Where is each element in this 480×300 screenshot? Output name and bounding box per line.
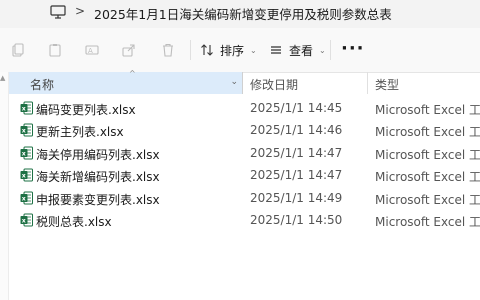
toolbar-divider (330, 40, 331, 60)
delete-icon[interactable] (160, 42, 176, 58)
file-row[interactable]: x 申报要素变更列表.xlsx 2025/1/1 14:49 Microsoft… (9, 187, 480, 209)
breadcrumb-folder[interactable]: 2025年1月1日海关编码新增变更停用及税则参数总表 (94, 4, 392, 23)
rename-icon[interactable]: A (84, 42, 100, 58)
file-modified-date: 2025/1/1 14:50 (250, 213, 343, 227)
breadcrumb-chevron[interactable]: > (75, 4, 85, 18)
svg-text:x: x (22, 173, 26, 180)
svg-text:x: x (22, 106, 26, 113)
file-name[interactable]: 申报要素变更列表.xlsx (36, 191, 160, 208)
file-type: Microsoft Excel 工... (375, 170, 480, 185)
command-bar: A 排序 ⌄ 查看 ⌄ ··· (0, 28, 480, 73)
toolbar-divider (190, 40, 191, 60)
column-header-row: ^ 名称 ⌄ 修改日期 类型 (9, 69, 480, 94)
excel-file-icon: x (20, 213, 33, 227)
scroll-up-icon[interactable]: ▲ (0, 74, 5, 82)
file-modified-date: 2025/1/1 14:46 (250, 123, 343, 138)
chevron-down-icon[interactable]: ⌄ (230, 77, 238, 87)
svg-text:x: x (22, 195, 26, 202)
copy-icon[interactable] (47, 42, 63, 58)
column-header-date[interactable]: 修改日期 (243, 72, 368, 94)
column-header-name[interactable]: ^ 名称 ⌄ (9, 69, 243, 94)
svg-text:x: x (22, 218, 26, 225)
more-options-button[interactable]: ··· (341, 40, 365, 58)
file-modified-date: 2025/1/1 14:45 (250, 101, 343, 115)
view-icon (271, 46, 281, 54)
sort-label: 排序 (220, 43, 245, 58)
file-modified-date: 2025/1/1 14:47 (250, 168, 343, 183)
view-button[interactable]: 查看 ⌄ (269, 40, 326, 60)
sort-button[interactable]: 排序 ⌄ (200, 40, 257, 60)
file-type: Microsoft Excel 工... (375, 103, 480, 117)
cut-icon[interactable] (10, 42, 26, 58)
file-row[interactable]: x 编码变更列表.xlsx 2025/1/1 14:45 Microsoft E… (9, 97, 480, 119)
column-type-label: 类型 (375, 78, 400, 92)
file-modified-date: 2025/1/1 14:49 (250, 190, 343, 205)
file-modified-date: 2025/1/1 14:47 (250, 145, 343, 160)
excel-file-icon: x (20, 146, 33, 160)
file-name[interactable]: 海关新增编码列表.xlsx (36, 168, 160, 185)
excel-file-icon: x (20, 123, 33, 137)
column-name-label: 名称 (30, 78, 55, 92)
chevron-down-icon: ⌄ (319, 45, 326, 55)
file-type: Microsoft Excel 工... (375, 147, 480, 162)
file-row[interactable]: x 税则总表.xlsx 2025/1/1 14:50 Microsoft Exc… (9, 209, 480, 231)
sort-icon (201, 44, 213, 56)
column-date-label: 修改日期 (250, 78, 299, 92)
share-icon[interactable] (121, 42, 137, 58)
chevron-down-icon: ⌄ (250, 45, 257, 55)
excel-file-icon: x (20, 191, 33, 205)
svg-text:A: A (88, 47, 93, 55)
excel-file-icon: x (20, 101, 33, 115)
file-type: Microsoft Excel 工... (375, 125, 480, 140)
file-name[interactable]: 海关停用编码列表.xlsx (36, 146, 160, 163)
address-bar[interactable]: > 2025年1月1日海关编码新增变更停用及税则参数总表 (0, 0, 480, 28)
file-name[interactable]: 更新主列表.xlsx (36, 123, 124, 140)
sort-ascending-icon: ^ (129, 69, 136, 78)
file-row[interactable]: x 更新主列表.xlsx 2025/1/1 14:46 Microsoft Ex… (9, 119, 480, 141)
pc-icon[interactable] (50, 5, 66, 19)
file-name[interactable]: 税则总表.xlsx (36, 213, 112, 230)
excel-file-icon: x (20, 168, 33, 182)
file-type: Microsoft Excel 工... (375, 192, 480, 207)
file-type: Microsoft Excel 工... (375, 215, 480, 229)
file-row[interactable]: x 海关新增编码列表.xlsx 2025/1/1 14:47 Microsoft… (9, 164, 480, 186)
svg-text:x: x (22, 150, 26, 157)
navigation-pane[interactable]: ▲ (0, 72, 9, 300)
file-row[interactable]: x 海关停用编码列表.xlsx 2025/1/1 14:47 Microsoft… (9, 142, 480, 164)
svg-text:x: x (22, 128, 26, 135)
column-header-type[interactable]: 类型 (368, 72, 480, 94)
view-label: 查看 (289, 43, 314, 58)
file-name[interactable]: 编码变更列表.xlsx (36, 101, 136, 118)
